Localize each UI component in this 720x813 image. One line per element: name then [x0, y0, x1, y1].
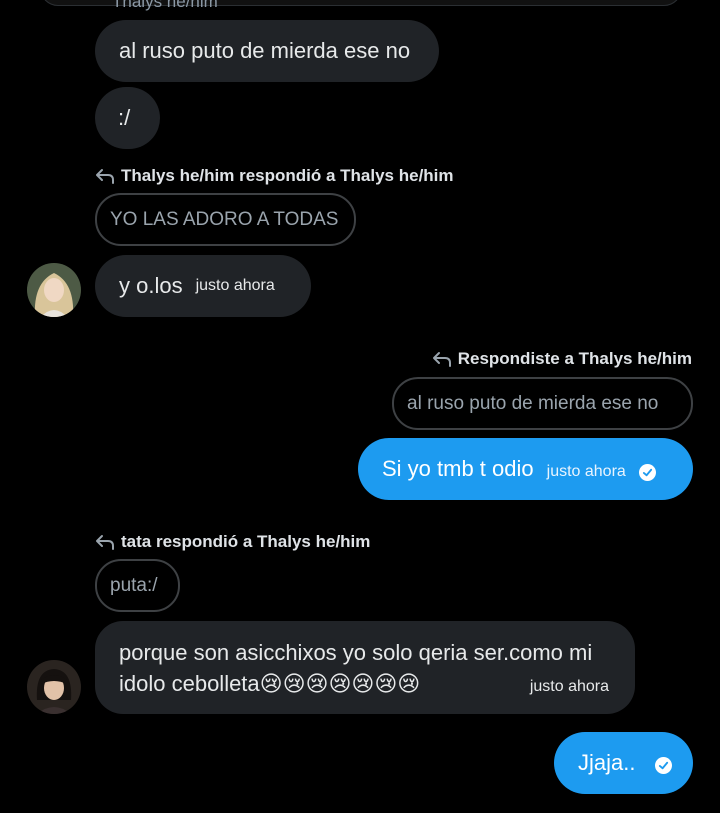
- message-bubble[interactable]: y o.los justo ahora: [95, 255, 311, 317]
- message-timestamp: justo ahora: [195, 277, 275, 294]
- message-bubble[interactable]: porque son asicchixos yo solo qeria ser.…: [95, 621, 635, 714]
- reply-arrow-icon: [96, 169, 114, 184]
- quoted-text: YO LAS ADORO A TODAS: [110, 208, 339, 230]
- message-text-line: idolo cebolleta😢😢😢😢😢😢😢: [119, 671, 421, 696]
- reply-header-text: tata respondió a Thalys he/him: [121, 532, 371, 551]
- message-text: y o.los: [119, 273, 183, 298]
- quoted-message[interactable]: al ruso puto de mierda ese no: [392, 377, 693, 430]
- message-timestamp: justo ahora: [546, 463, 626, 480]
- quoted-text: puta:/: [110, 574, 158, 596]
- avatar[interactable]: [27, 263, 81, 317]
- message-bubble[interactable]: :/: [95, 87, 160, 149]
- message-bubble[interactable]: Jjaja..: [554, 732, 693, 794]
- message-bubble[interactable]: al ruso puto de mierda ese no: [95, 20, 439, 82]
- quoted-message[interactable]: YO LAS ADORO A TODAS: [95, 193, 356, 246]
- quoted-message[interactable]: puta:/: [95, 559, 180, 612]
- message-text-line: porque son asicchixos yo solo qeria ser.…: [119, 640, 593, 665]
- message-text: :/: [118, 105, 131, 130]
- message-text: Jjaja..: [578, 750, 636, 775]
- avatar-blonde-woman-icon: [27, 263, 81, 317]
- check-circle-icon: [655, 756, 673, 774]
- check-circle-icon: [638, 463, 656, 481]
- reply-arrow-icon: [432, 352, 451, 367]
- reply-header: Respondiste a Thalys he/him: [432, 349, 692, 369]
- message-bubble[interactable]: Si yo tmb t odio justo ahora: [358, 438, 693, 500]
- reply-header-text: Thalys he/him respondió a Thalys he/him: [121, 166, 454, 185]
- avatar[interactable]: [27, 660, 81, 714]
- reply-header-text: Respondiste a Thalys he/him: [457, 349, 692, 368]
- message-timestamp: justo ahora: [529, 678, 609, 695]
- reply-header: tata respondió a Thalys he/him: [95, 532, 370, 552]
- reply-arrow-icon: [96, 535, 114, 550]
- avatar-dark-hair-person-icon: [27, 660, 81, 714]
- quoted-text: al ruso puto de mierda ese no: [407, 392, 659, 414]
- message-text: al ruso puto de mierda ese no: [119, 38, 411, 63]
- sender-name: Thalys he/him: [112, 0, 218, 11]
- message-text: Si yo tmb t odio: [382, 456, 534, 481]
- reply-header: Thalys he/him respondió a Thalys he/him: [95, 166, 454, 186]
